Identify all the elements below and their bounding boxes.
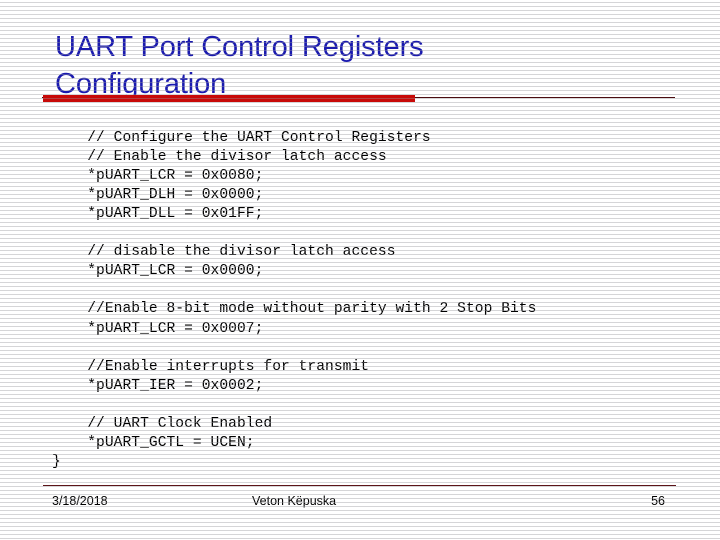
footer-page-number: 56 [651, 494, 665, 508]
code-block: // Configure the UART Control Registers … [52, 129, 537, 471]
slide-canvas: UART Port Control Registers Configuratio… [0, 0, 720, 540]
footer-date: 3/18/2018 [52, 494, 108, 508]
page-title: UART Port Control Registers Configuratio… [55, 31, 424, 101]
title-accent-bar [43, 95, 415, 102]
footer-author: Veton Këpuska [252, 494, 337, 508]
footer-divider-rule [43, 485, 676, 486]
